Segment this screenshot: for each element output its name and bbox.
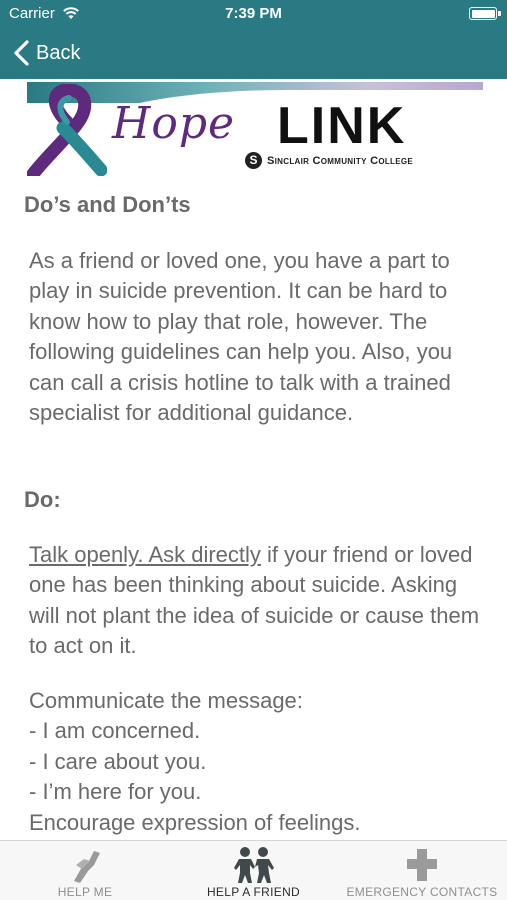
hope-link-banner: Hope LINK S Sinclair Community College xyxy=(27,82,507,180)
clock: 7:39 PM xyxy=(225,5,282,22)
tab-emergency-contacts[interactable]: EMERGENCY CONTACTS xyxy=(337,841,507,900)
page-title: Do’s and Don’ts xyxy=(24,192,191,217)
college-logo: S Sinclair Community College xyxy=(245,152,413,169)
battery-icon xyxy=(469,7,497,20)
friends-icon xyxy=(233,847,274,883)
do-paragraph-2-line: - I care about you. xyxy=(29,748,207,774)
tab-help-me[interactable]: HELP ME xyxy=(0,841,170,900)
do-paragraph-2-line: - I’m here for you. xyxy=(29,779,202,805)
intro-paragraph: As a friend or loved one, you have a par… xyxy=(29,248,453,426)
do-heading: Do: xyxy=(24,487,61,512)
link-wordmark: LINK xyxy=(277,97,407,155)
do-paragraph-1-emphasis: Talk openly. Ask directly xyxy=(29,542,261,567)
awareness-ribbon-icon xyxy=(27,84,107,176)
battery-tip xyxy=(498,11,501,16)
sinclair-s-icon: S xyxy=(245,152,262,169)
medical-cross-icon xyxy=(407,849,437,881)
tab-bar: HELP ME HELP A FRIEND EMERGENCY CONTACTS xyxy=(0,840,507,900)
back-button[interactable]: Back xyxy=(13,38,80,68)
do-paragraph-2-line: Encourage expression of feelings. xyxy=(29,809,361,835)
status-bar: Carrier 7:39 PM xyxy=(0,0,507,28)
hope-wordmark: Hope xyxy=(112,98,236,149)
chevron-left-icon xyxy=(14,40,29,66)
do-paragraph-2-line: - I am concerned. xyxy=(29,718,201,744)
navigation-header: Carrier 7:39 PM Back xyxy=(0,0,507,79)
back-button-label: Back xyxy=(36,41,81,64)
tab-help-me-label: HELP ME xyxy=(57,885,113,899)
college-name: Sinclair Community College xyxy=(267,154,414,167)
helping-hand-icon xyxy=(74,851,100,883)
tab-emergency-contacts-label: EMERGENCY CONTACTS xyxy=(346,885,498,899)
tab-help-a-friend-label: HELP A FRIEND xyxy=(206,885,301,899)
do-paragraph-2: Communicate the message: - I am concerne… xyxy=(29,686,491,838)
do-paragraph-1: Talk openly. Ask directly if your friend… xyxy=(29,540,491,662)
tab-help-a-friend[interactable]: HELP A FRIEND xyxy=(170,841,337,900)
scroll-content[interactable]: Hope LINK S Sinclair Community College D… xyxy=(0,79,507,840)
do-paragraph-2-line: Communicate the message: xyxy=(29,688,303,713)
